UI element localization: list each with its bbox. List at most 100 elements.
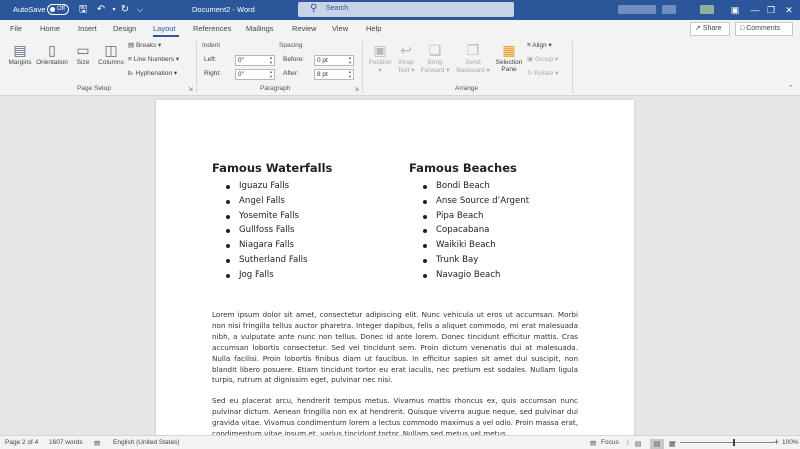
tab-home[interactable]: Home bbox=[40, 24, 60, 33]
read-mode-icon[interactable]: ▤ bbox=[631, 439, 645, 449]
indent-right-value: 0" bbox=[238, 71, 244, 78]
hyphenation-button[interactable]: b‑ Hyphenation ▾ bbox=[128, 69, 177, 77]
chevron-down-icon: ▾ bbox=[554, 56, 559, 63]
share-icon: ↗ bbox=[695, 25, 701, 32]
tab-mailings[interactable]: Mailings bbox=[246, 24, 274, 33]
tab-insert[interactable]: Insert bbox=[78, 24, 97, 33]
zoom-out-icon[interactable]: − bbox=[671, 437, 676, 447]
indent-right-input[interactable]: 0" ▲ ▼ bbox=[235, 69, 275, 80]
rotate-label: Rotate bbox=[534, 70, 554, 77]
document-page[interactable]: Famous Waterfalls Iguazu Falls Angel Fal… bbox=[156, 100, 634, 435]
spin-arrows-icon[interactable]: ▲ ▼ bbox=[348, 55, 352, 65]
wrap-text-label-2: Text bbox=[397, 67, 410, 74]
tab-view[interactable]: View bbox=[332, 24, 348, 33]
list-item: Yosemite Falls bbox=[212, 211, 308, 226]
ribbon-display-icon[interactable]: ▣ bbox=[728, 3, 742, 17]
margins-button[interactable]: ▤ Margins bbox=[5, 41, 35, 66]
spin-arrows-icon[interactable]: ▲ ▼ bbox=[269, 69, 273, 79]
selection-pane-label-2: Pane bbox=[501, 66, 517, 73]
redo-icon[interactable]: ↻ bbox=[119, 4, 131, 16]
tab-references[interactable]: References bbox=[193, 24, 231, 33]
group-icon: ▣ bbox=[527, 56, 534, 63]
page-count[interactable]: Page 2 of 4 bbox=[5, 439, 38, 446]
minimize-icon[interactable]: — bbox=[748, 3, 762, 17]
language-status[interactable]: English (United States) bbox=[113, 439, 179, 446]
print-layout-icon[interactable]: ▤ bbox=[650, 439, 664, 449]
spacing-before-input[interactable]: 0 pt ▲ ▼ bbox=[314, 55, 354, 66]
proofing-icon[interactable]: ▤ bbox=[94, 439, 100, 447]
selection-pane-button[interactable]: ▦ Selection Pane bbox=[492, 41, 526, 73]
bring-forward-button[interactable]: ❏ Bring Forward ▾ bbox=[419, 41, 451, 74]
tab-design[interactable]: Design bbox=[113, 24, 136, 33]
size-button[interactable]: ▭ Size bbox=[73, 41, 93, 66]
share-button[interactable]: ↗ Share bbox=[690, 22, 730, 36]
zoom-level[interactable]: 100% bbox=[782, 439, 799, 446]
restore-icon[interactable]: ❐ bbox=[764, 3, 778, 17]
list-item: Gullfoss Falls bbox=[212, 225, 308, 240]
orientation-button[interactable]: ▯ Orientation bbox=[33, 41, 71, 66]
orientation-icon: ▯ bbox=[48, 42, 56, 58]
columns-icon: ◫ bbox=[104, 42, 118, 58]
columns-button[interactable]: ◫ Columns bbox=[95, 41, 127, 66]
customize-qat-icon[interactable]: ⌵ bbox=[134, 4, 146, 16]
group-button[interactable]: ▣ Group ▾ bbox=[527, 55, 558, 63]
title-bar: AutoSave Off 🖫 ↶ ▾ ↻ ⌵ Document2 - Word … bbox=[0, 0, 800, 20]
toggle-knob bbox=[50, 7, 55, 12]
selection-pane-label-1: Selection bbox=[495, 59, 523, 66]
spin-arrows-icon[interactable]: ▲ ▼ bbox=[269, 55, 273, 65]
paragraph-launcher-icon[interactable]: ⇲ bbox=[354, 86, 359, 93]
list-item: Bondi Beach bbox=[409, 181, 529, 196]
spacing-after-label: After: bbox=[283, 70, 299, 77]
columns-label: Columns bbox=[98, 59, 124, 66]
wrap-text-button[interactable]: ↩ Wrap Text ▾ bbox=[395, 41, 417, 74]
align-button[interactable]: ≡ Align ▾ bbox=[527, 41, 552, 49]
breaks-button[interactable]: ▤ Breaks ▾ bbox=[128, 41, 161, 49]
undo-icon[interactable]: ↶ bbox=[95, 4, 107, 16]
zoom-slider[interactable] bbox=[680, 442, 775, 443]
hyphenation-icon: b‑ bbox=[128, 70, 134, 77]
focus-button[interactable]: Focus bbox=[601, 439, 619, 446]
search-placeholder: Search bbox=[326, 5, 349, 12]
tab-file[interactable]: File bbox=[10, 24, 22, 33]
line-numbers-icon: ≡ bbox=[128, 56, 132, 63]
ribbon: ▤ Margins ▯ Orientation ▭ Size ◫ Columns… bbox=[0, 38, 800, 96]
send-backward-label-2: Backward bbox=[456, 67, 485, 74]
indent-left-input[interactable]: 0" ▲ ▼ bbox=[235, 55, 275, 66]
comments-button[interactable]: □ Comments bbox=[735, 22, 793, 36]
page-setup-launcher-icon[interactable]: ⇲ bbox=[188, 86, 193, 93]
spacing-after-input[interactable]: 8 pt ▲ ▼ bbox=[314, 69, 354, 80]
indent-right-label: Right: bbox=[204, 70, 221, 77]
rotate-icon: ↻ bbox=[527, 70, 533, 77]
comments-label: Comments bbox=[746, 25, 781, 32]
word-count[interactable]: 1607 words bbox=[49, 439, 83, 446]
tab-review[interactable]: Review bbox=[292, 24, 317, 33]
close-icon[interactable]: ✕ bbox=[782, 3, 796, 17]
bring-forward-label-2: Forward bbox=[420, 67, 445, 74]
line-numbers-button[interactable]: ≡ Line Numbers ▾ bbox=[128, 55, 179, 63]
rotate-button[interactable]: ↻ Rotate ▾ bbox=[527, 69, 559, 77]
beaches-heading: Famous Beaches bbox=[409, 161, 517, 175]
tab-layout[interactable]: Layout bbox=[153, 24, 176, 33]
position-button[interactable]: ▣ Position ▾ bbox=[366, 41, 394, 74]
waterfalls-list: Iguazu Falls Angel Falls Yosemite Falls … bbox=[212, 181, 308, 285]
zoom-slider-thumb[interactable] bbox=[733, 439, 735, 446]
send-backward-icon: ❐ bbox=[466, 42, 480, 58]
zoom-in-icon[interactable]: + bbox=[774, 437, 779, 447]
autosave-label: AutoSave bbox=[13, 5, 46, 14]
comment-icon: □ bbox=[740, 25, 745, 32]
spin-arrows-icon[interactable]: ▲ ▼ bbox=[348, 69, 352, 79]
search-box[interactable]: ⚲ Search bbox=[298, 2, 514, 17]
document-title: Document2 - Word bbox=[192, 5, 255, 14]
save-icon[interactable]: 🖫 bbox=[77, 4, 89, 16]
size-label: Size bbox=[76, 59, 90, 66]
hyphenation-label: Hyphenation bbox=[135, 70, 173, 77]
tab-help[interactable]: Help bbox=[366, 24, 381, 33]
search-icon: ⚲ bbox=[310, 3, 318, 14]
send-backward-button[interactable]: ❐ Send Backward ▾ bbox=[454, 41, 492, 74]
autosave-toggle[interactable]: Off bbox=[47, 4, 69, 15]
list-item: Waikiki Beach bbox=[409, 240, 529, 255]
avatar[interactable] bbox=[700, 5, 714, 14]
list-item: Navagio Beach bbox=[409, 270, 529, 285]
wrap-text-label-1: Wrap bbox=[398, 59, 414, 66]
collapse-ribbon-icon[interactable]: ⌃ bbox=[788, 84, 794, 92]
